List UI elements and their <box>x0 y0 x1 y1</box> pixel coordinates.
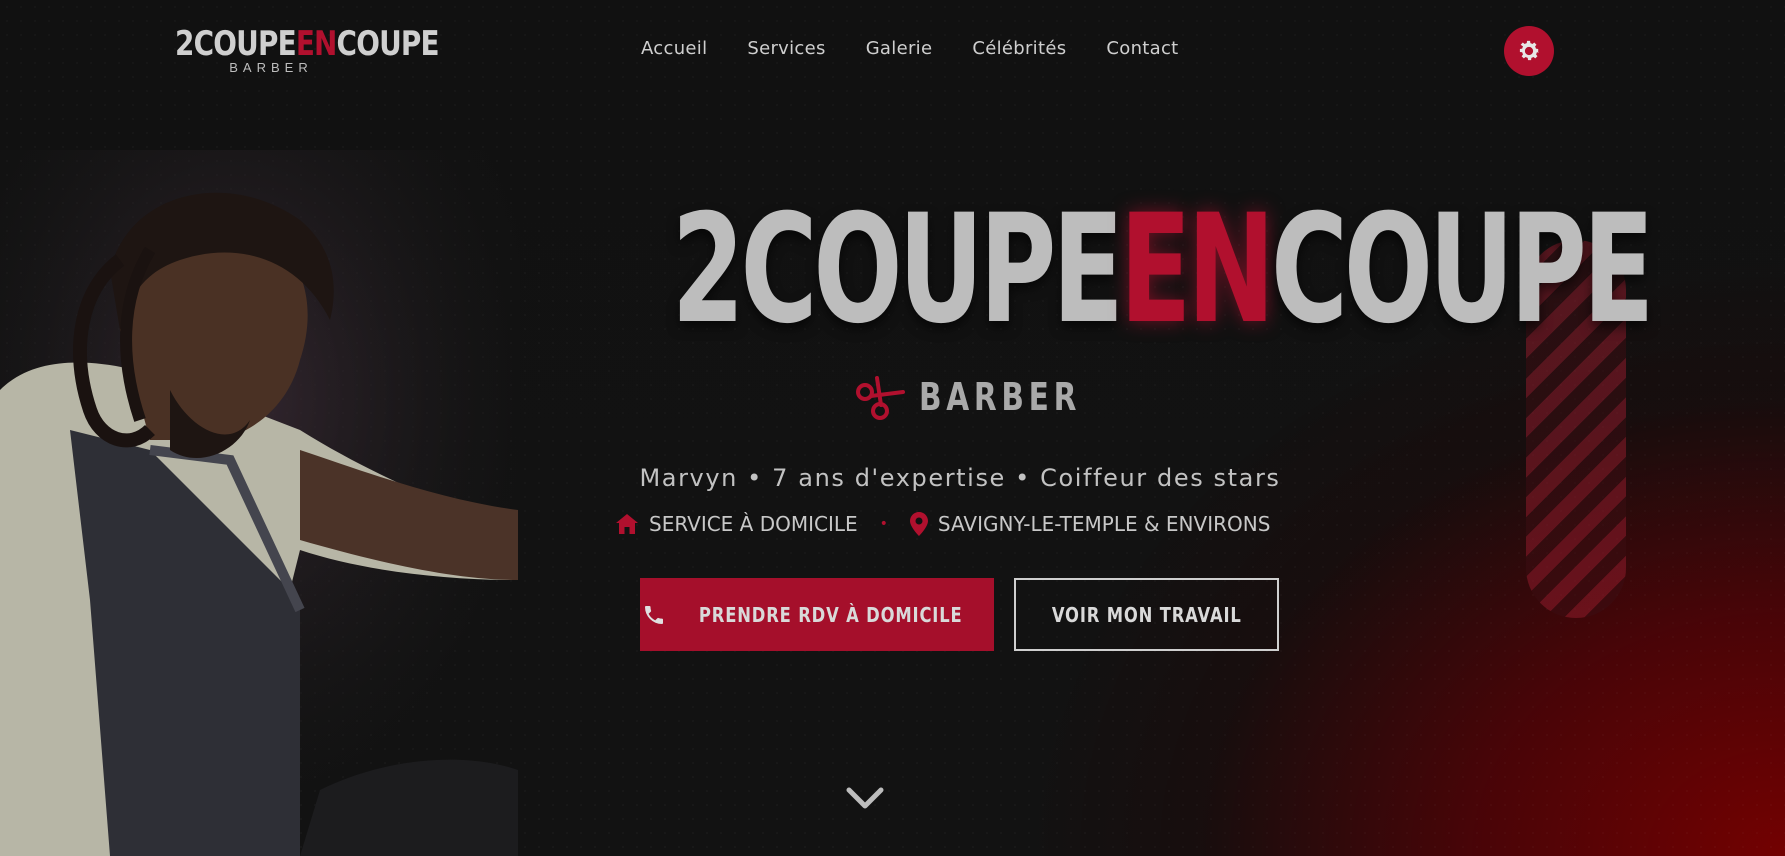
hero-tagline: Marvyn • 7 ans d'expertise • Coiffeur de… <box>639 464 1281 492</box>
scissors-icon <box>856 376 905 420</box>
site-logo[interactable]: 2COUPEENCOUPE BARBER <box>154 24 439 75</box>
hero-title: 2COUPEENCOUPE <box>672 195 1655 345</box>
theme-settings-button[interactable] <box>1504 26 1554 76</box>
logo-part-a: 2COUPE <box>175 24 297 64</box>
nav-item-contact[interactable]: Contact <box>1106 38 1178 59</box>
book-button-label: PRENDRE RDV À DOMICILE <box>699 602 963 627</box>
hero-title-part-b: EN <box>1119 183 1275 357</box>
service-info: SERVICE À DOMICILE <box>615 512 858 536</box>
hero-title-part-a: 2COUPE <box>671 183 1124 357</box>
logo-wordmark: 2COUPEENCOUPE <box>175 24 439 64</box>
location-info: SAVIGNY-LE-TEMPLE & ENVIRONS <box>909 512 1271 536</box>
nav-item-services[interactable]: Services <box>747 38 825 59</box>
gear-icon <box>1519 40 1540 61</box>
logo-part-b: EN <box>295 24 338 64</box>
nav-item-accueil[interactable]: Accueil <box>641 38 707 59</box>
hero-info-row: SERVICE À DOMICILE • SAVIGNY-LE-TEMPLE &… <box>615 512 1270 536</box>
main-nav: Accueil Services Galerie Célébrités Cont… <box>641 38 1219 59</box>
logo-part-c: COUPE <box>336 24 440 64</box>
service-label: SERVICE À DOMICILE <box>649 512 858 536</box>
map-pin-icon <box>909 512 928 536</box>
nav-item-galerie[interactable]: Galerie <box>866 38 933 59</box>
home-icon <box>616 514 638 534</box>
location-label: SAVIGNY-LE-TEMPLE & ENVIRONS <box>937 512 1271 536</box>
barber-portrait <box>0 150 520 856</box>
phone-icon <box>645 605 664 624</box>
hero-title-part-c: COUPE <box>1270 183 1654 357</box>
book-home-appointment-button[interactable]: PRENDRE RDV À DOMICILE <box>640 578 994 651</box>
view-work-button[interactable]: VOIR MON TRAVAIL <box>1014 578 1279 651</box>
info-separator: • <box>879 516 888 532</box>
hero-subtitle: BARBER <box>855 374 1127 420</box>
chevron-down-icon[interactable] <box>846 786 884 812</box>
view-work-button-label: VOIR MON TRAVAIL <box>1051 602 1242 627</box>
nav-item-celebrites[interactable]: Célébrités <box>972 38 1066 59</box>
barber-label: BARBER <box>919 375 1082 419</box>
